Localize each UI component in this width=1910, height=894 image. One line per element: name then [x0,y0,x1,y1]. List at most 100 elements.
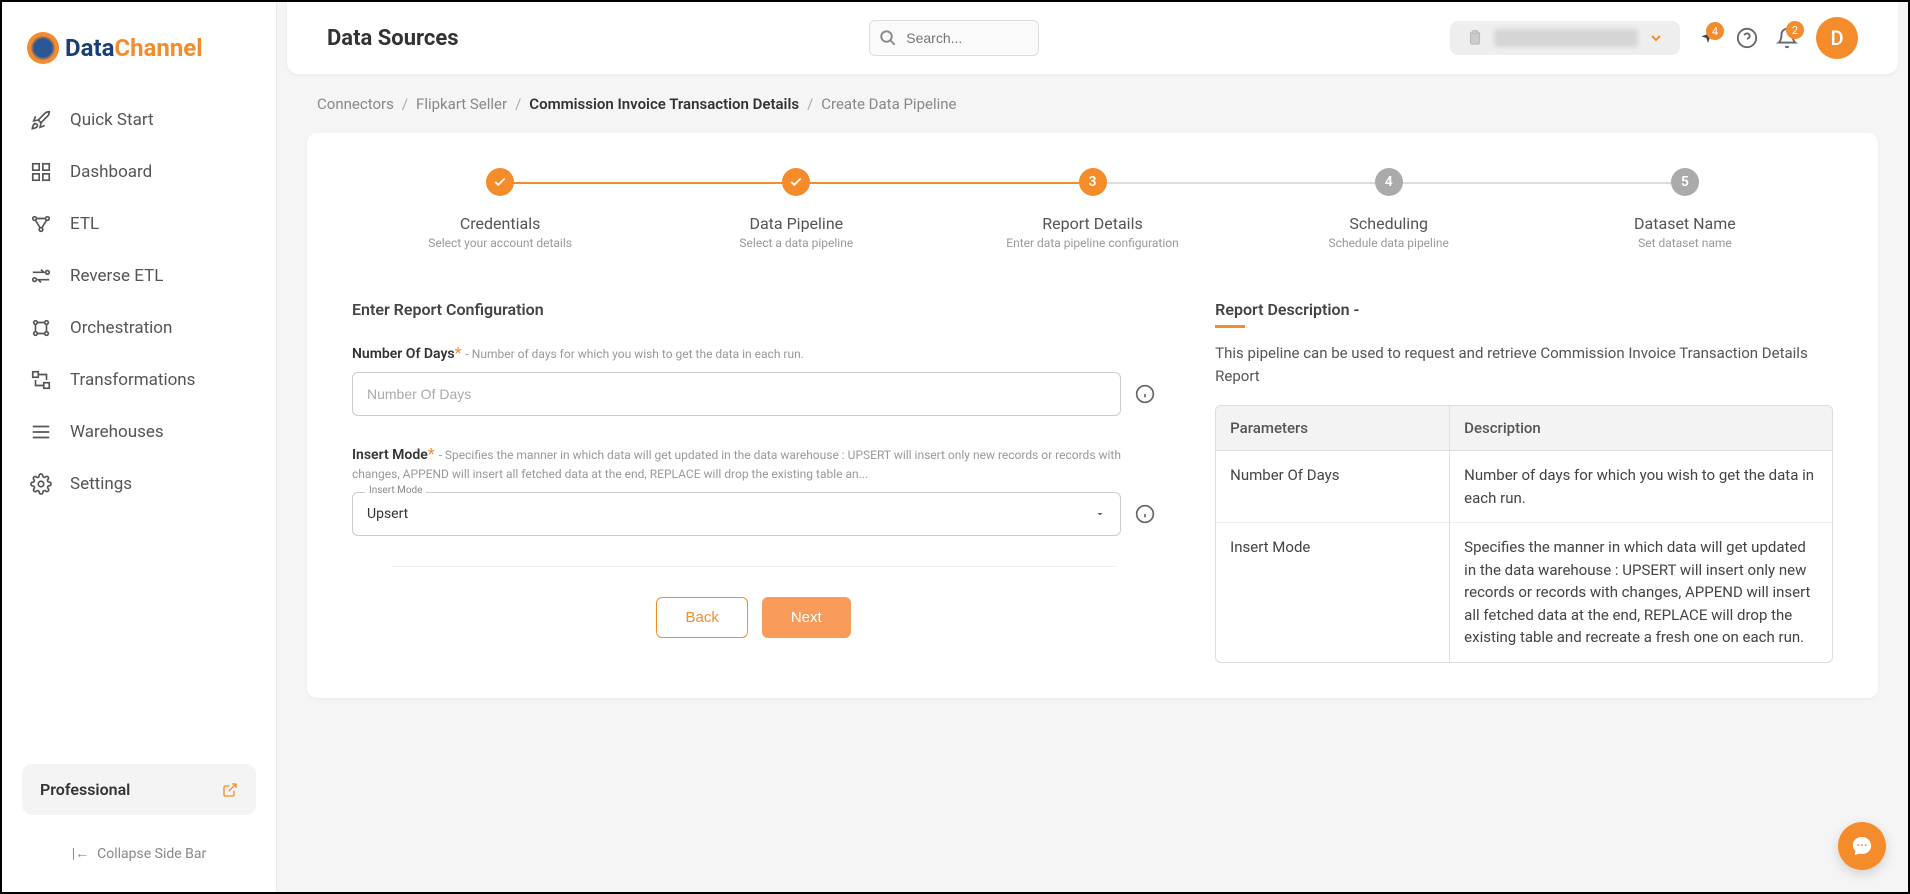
gear-icon [30,473,52,495]
dropdown-arrow-icon [1094,508,1106,520]
table-row: Insert Mode Specifies the manner in whic… [1216,523,1832,662]
field-insert-mode: Insert Mode*- Specifies the manner in wh… [352,444,1155,536]
breadcrumb-item-active[interactable]: Commission Invoice Transaction Details [529,95,799,113]
etl-icon [30,213,52,235]
breadcrumb-item: Create Data Pipeline [821,95,956,113]
nav-label: Orchestration [70,318,172,338]
back-button[interactable]: Back [656,597,747,638]
help-button[interactable] [1736,27,1758,49]
step-sub: Enter data pipeline configuration [944,236,1240,250]
main: Data Sources 4 [277,2,1908,892]
workspace-selector[interactable] [1450,21,1680,55]
dashboard-icon [30,161,52,183]
content-card: Credentials Select your account details … [307,133,1878,698]
breadcrumb: Connectors / Flipkart Seller / Commissio… [277,75,1908,123]
transformations-icon [30,369,52,391]
step-title: Scheduling [1241,214,1537,233]
field-label: Insert Mode [352,447,428,463]
step-title: Dataset Name [1537,214,1833,233]
td-param: Insert Mode [1216,523,1450,662]
sparkle-badge: 4 [1706,22,1724,40]
form-left: Enter Report Configuration Number Of Day… [352,300,1155,663]
sidebar-item-reverse-etl[interactable]: Reverse ETL [2,250,276,302]
logo-text: DataChannel [65,34,203,62]
nav-label: Settings [70,474,132,494]
sidebar-item-dashboard[interactable]: Dashboard [2,146,276,198]
sidebar-item-etl[interactable]: ETL [2,198,276,250]
step-report-details[interactable]: 3 Report Details Enter data pipeline con… [944,168,1240,250]
breadcrumb-sep: / [515,95,521,113]
chat-fab[interactable] [1838,822,1886,870]
breadcrumb-sep: / [402,95,408,113]
desc-text: This pipeline can be used to request and… [1215,342,1833,387]
th-param: Parameters [1216,406,1450,451]
reverse-etl-icon [30,265,52,287]
number-of-days-input[interactable] [352,372,1121,416]
info-icon[interactable] [1135,384,1155,404]
step-circle [486,168,514,196]
step-dataset-name[interactable]: 5 Dataset Name Set dataset name [1537,168,1833,250]
chat-icon [1851,835,1873,857]
plan-box[interactable]: Professional [22,764,256,815]
report-description: Report Description - This pipeline can b… [1215,300,1833,663]
nav: Quick Start Dashboard ETL Reverse ETL Or… [2,94,276,764]
param-table: Parameters Description Number Of Days Nu… [1215,405,1833,663]
step-pipeline[interactable]: Data Pipeline Select a data pipeline [648,168,944,250]
step-sub: Set dataset name [1537,236,1833,250]
warehouses-icon [30,421,52,443]
desc-title: Report Description - [1215,300,1833,319]
sidebar-item-quick-start[interactable]: Quick Start [2,94,276,146]
select-value: Upsert [367,506,408,522]
step-circle: 4 [1375,168,1403,196]
logo-icon [27,32,59,64]
field-number-of-days: Number Of Days*- Number of days for whic… [352,343,1155,416]
td-desc: Specifies the manner in which data will … [1450,523,1832,662]
form-buttons: Back Next [352,597,1155,638]
info-icon[interactable] [1135,504,1155,524]
workspace-name-blurred [1494,29,1638,47]
select-float-label: Insert Mode [365,485,426,496]
step-circle [782,168,810,196]
sparkle-button[interactable]: 4 [1698,28,1718,48]
td-param: Number Of Days [1216,451,1450,523]
step-title: Report Details [944,214,1240,233]
desc-underline [1215,325,1245,328]
field-help: - Specifies the manner in which data wil… [352,448,1121,481]
sidebar-item-settings[interactable]: Settings [2,458,276,510]
breadcrumb-item[interactable]: Flipkart Seller [416,95,507,113]
sidebar-item-orchestration[interactable]: Orchestration [2,302,276,354]
nav-label: Transformations [70,370,195,390]
rocket-icon [30,109,52,131]
sidebar-item-warehouses[interactable]: Warehouses [2,406,276,458]
avatar[interactable]: D [1816,17,1858,59]
step-credentials[interactable]: Credentials Select your account details [352,168,648,250]
sidebar: DataChannel Quick Start Dashboard ETL Re… [2,2,277,892]
collapse-label: Collapse Side Bar [97,846,206,862]
nav-label: Warehouses [70,422,164,442]
th-desc: Description [1450,406,1832,451]
divider [392,566,1115,567]
collapse-sidebar[interactable]: |← Collapse Side Bar [22,835,256,872]
notifications-button[interactable]: 2 [1776,27,1798,49]
breadcrumb-item[interactable]: Connectors [317,95,394,113]
step-sub: Select your account details [352,236,648,250]
breadcrumb-sep: / [807,95,813,113]
nav-label: ETL [70,214,99,234]
nav-label: Quick Start [70,110,154,130]
step-sub: Select a data pipeline [648,236,944,250]
topbar: Data Sources 4 [287,2,1898,75]
help-icon [1736,27,1758,49]
bell-badge: 2 [1786,21,1804,39]
step-sub: Schedule data pipeline [1241,236,1537,250]
required-mark: * [428,444,435,463]
logo[interactable]: DataChannel [2,22,276,94]
required-mark: * [455,343,462,362]
insert-mode-select[interactable]: Insert Mode Upsert [352,492,1121,536]
nav-label: Dashboard [70,162,152,182]
step-scheduling[interactable]: 4 Scheduling Schedule data pipeline [1241,168,1537,250]
page-title: Data Sources [327,26,459,51]
next-button[interactable]: Next [762,597,851,638]
chevron-down-icon [1648,30,1664,46]
step-title: Data Pipeline [648,214,944,233]
sidebar-item-transformations[interactable]: Transformations [2,354,276,406]
